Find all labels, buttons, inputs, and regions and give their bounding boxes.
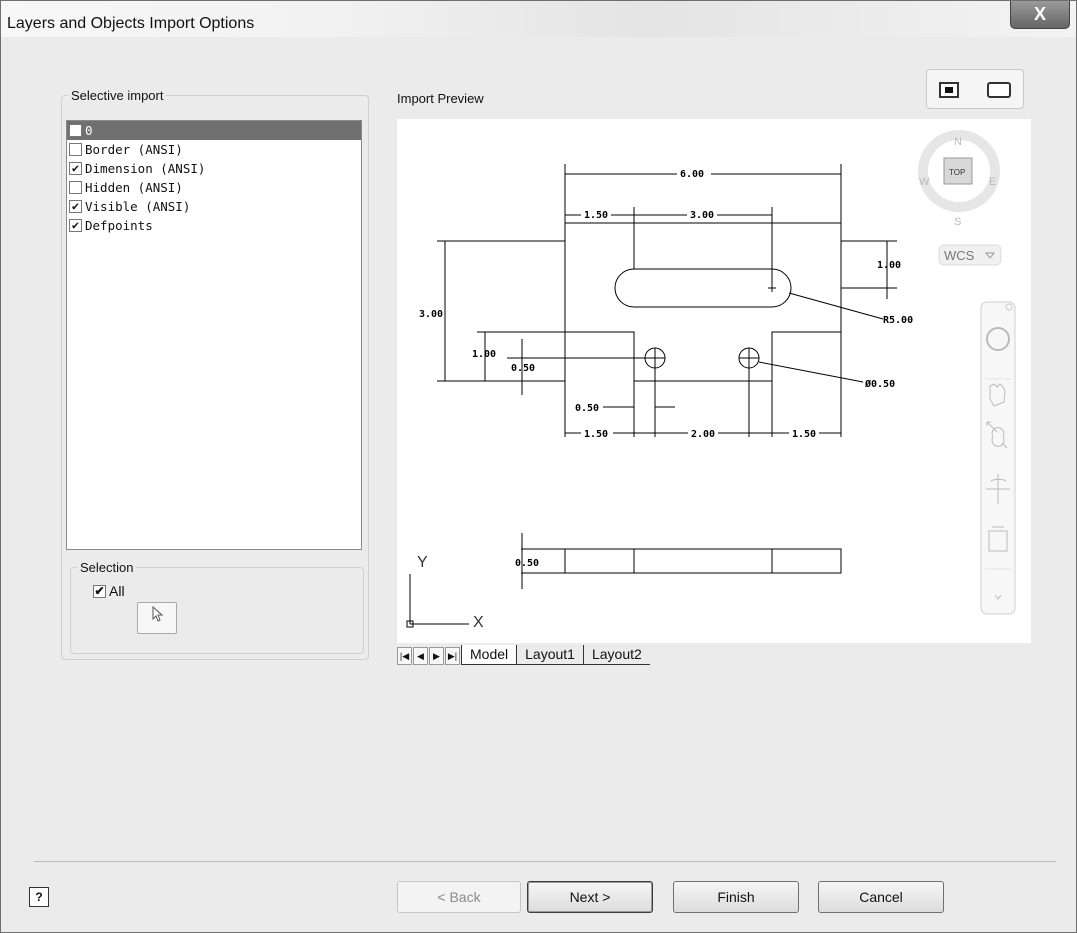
tab-layout2[interactable]: Layout2 — [582, 645, 650, 665]
layer-label: Defpoints — [85, 218, 153, 233]
finish-button[interactable]: Finish — [673, 881, 799, 913]
dim-left-offset: 1.50 — [584, 210, 608, 221]
compass-s[interactable]: S — [954, 216, 961, 228]
selection-legend: Selection — [80, 560, 134, 575]
layer-label: Dimension (ANSI) — [85, 161, 206, 176]
layer-item[interactable]: Border (ANSI) — [67, 140, 361, 159]
select-all-checkbox[interactable]: All — [93, 583, 125, 599]
layer-item[interactable]: Dimension (ANSI) — [67, 159, 361, 178]
layer-checkbox[interactable] — [69, 162, 82, 175]
slot-shape — [614, 268, 792, 308]
selection-group: Selection — [70, 560, 364, 654]
viewcube-face-top[interactable]: TOP — [949, 168, 965, 177]
layer-item[interactable]: 0 — [67, 121, 361, 140]
compass-w[interactable]: W — [919, 176, 930, 188]
layer-checkbox[interactable] — [69, 181, 82, 194]
dim-hole-offset: 0.50 — [511, 363, 535, 374]
title-bar: Layers and Objects Import Options X — [1, 1, 1076, 37]
paper-view-button[interactable] — [987, 82, 1011, 98]
layer-label: Hidden (ANSI) — [85, 180, 183, 195]
dim-slot-offset: 1.00 — [877, 260, 901, 271]
next-button[interactable]: Next > — [527, 881, 653, 913]
dim-overall-width: 6.00 — [680, 169, 704, 180]
layer-checkbox[interactable] — [69, 124, 82, 137]
tab-model[interactable]: Model — [461, 645, 517, 665]
layout-tabs: |◀ ◀ ▶ ▶| Model Layout1 Layout2 — [397, 643, 797, 665]
import-preview-label: Import Preview — [397, 91, 484, 106]
compass-n[interactable]: N — [954, 136, 962, 148]
window-title: Layers and Objects Import Options — [7, 15, 255, 32]
layer-label: 0 — [85, 123, 93, 138]
pick-objects-button[interactable] — [137, 602, 177, 634]
dim-bottom-right: 1.50 — [792, 429, 816, 440]
first-tab-button[interactable]: |◀ — [397, 647, 412, 665]
close-button[interactable]: X — [1010, 1, 1070, 29]
layer-checkbox[interactable] — [69, 143, 82, 156]
layer-list[interactable]: 0 Border (ANSI) Dimension (ANSI) Hidden (AN… — [66, 120, 362, 550]
drawing-preview: 6.00 1.50 3.00 3.00 1.00 R5.00 1.00 0.50… — [406, 130, 1016, 631]
part-outline-top-view — [564, 222, 842, 382]
dim-slot-radius: R5.00 — [883, 315, 913, 326]
part-side-view — [564, 548, 842, 574]
dim-hole-x: 0.50 — [575, 403, 599, 414]
compass-e[interactable]: E — [989, 176, 996, 188]
ucs-y-label: Y — [417, 554, 428, 571]
last-tab-button[interactable]: ▶| — [445, 647, 460, 665]
layer-label: Visible (ANSI) — [85, 199, 191, 214]
dim-thickness: 0.50 — [515, 558, 539, 569]
select-all-label: All — [109, 583, 125, 599]
wcs-menu[interactable]: WCS — [944, 248, 975, 263]
cancel-button[interactable]: Cancel — [818, 881, 944, 913]
dim-hole-diameter: Ø0.50 — [864, 378, 895, 390]
model-view-button[interactable] — [939, 82, 959, 98]
dim-notch-height: 1.00 — [472, 349, 496, 360]
preview-canvas[interactable]: 6.00 1.50 3.00 3.00 1.00 R5.00 1.00 0.50… — [397, 119, 1031, 643]
dim-height: 3.00 — [419, 309, 443, 320]
pointer-arrow-icon — [152, 605, 164, 622]
layer-checkbox[interactable] — [69, 200, 82, 213]
prev-tab-button[interactable]: ◀ — [413, 647, 428, 665]
layer-item[interactable]: Defpoints — [67, 216, 361, 235]
back-button[interactable]: < Back — [397, 881, 521, 913]
layer-item[interactable]: Hidden (ANSI) — [67, 178, 361, 197]
layer-item[interactable]: Visible (ANSI) — [67, 197, 361, 216]
footer-divider — [34, 861, 1056, 862]
tab-layout1[interactable]: Layout1 — [516, 645, 583, 665]
ucs-x-label: X — [473, 614, 484, 631]
dim-hole-spacing: 2.00 — [691, 429, 715, 440]
dim-bottom-left: 1.50 — [584, 429, 608, 440]
next-tab-button[interactable]: ▶ — [429, 647, 444, 665]
dim-slot-length: 3.00 — [690, 210, 714, 221]
help-button[interactable]: ? — [29, 887, 49, 907]
layer-label: Border (ANSI) — [85, 142, 183, 157]
selective-import-legend: Selective import — [71, 88, 164, 103]
checkbox-icon[interactable] — [93, 584, 106, 598]
viewcube[interactable]: TOP N S E W WCS — [918, 130, 1002, 266]
view-mode-toggle — [926, 69, 1024, 109]
layer-checkbox[interactable] — [69, 219, 82, 232]
navigation-bar[interactable] — [980, 301, 1016, 615]
